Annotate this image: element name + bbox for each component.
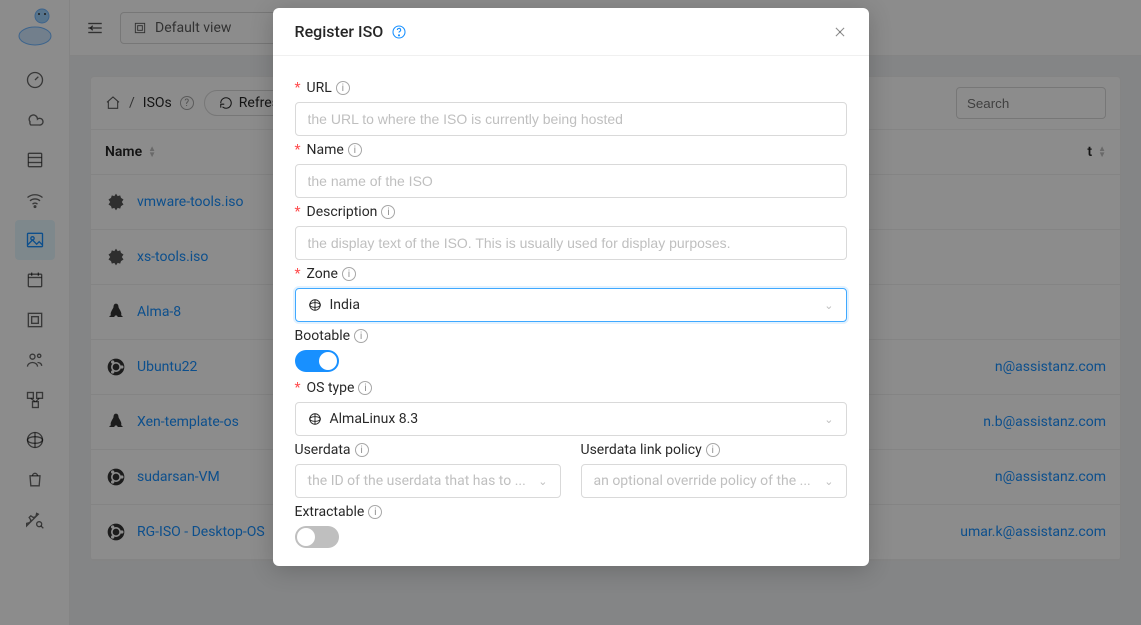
label-bootable: Bootable [295,328,351,344]
globe-icon [308,298,322,312]
info-icon[interactable]: i [368,505,382,519]
label-url: URL [307,80,332,96]
globe-icon [308,412,322,426]
modal-mask[interactable]: Register ISO *URLi *Namei *Descriptioni … [0,0,1141,625]
info-icon[interactable]: i [381,205,395,219]
userdata-select[interactable]: the ID of the userdata that has to ... ⌄ [295,464,561,498]
name-field[interactable] [295,164,847,198]
label-extractable: Extractable [295,504,365,520]
help-icon[interactable] [391,24,407,40]
chevron-down-icon: ⌄ [824,475,833,488]
info-icon[interactable]: i [336,81,350,95]
chevron-down-icon: ⌄ [538,475,547,488]
chevron-down-icon: ⌄ [824,299,833,312]
zone-select[interactable]: India ⌄ [295,288,847,322]
modal-title: Register ISO [295,22,384,41]
label-description: Description [307,204,378,220]
zone-value: India [330,297,360,313]
ostype-value: AlmaLinux 8.3 [330,411,419,427]
info-icon[interactable]: i [342,267,356,281]
extractable-switch[interactable] [295,526,339,548]
info-icon[interactable]: i [706,443,720,457]
info-icon[interactable]: i [348,143,362,157]
bootable-switch[interactable] [295,350,339,372]
description-field[interactable] [295,226,847,260]
label-zone: Zone [307,266,338,282]
register-iso-modal: Register ISO *URLi *Namei *Descriptioni … [273,8,869,566]
label-ostype: OS type [307,380,355,396]
url-field[interactable] [295,102,847,136]
chevron-down-icon: ⌄ [824,413,833,426]
userdata-placeholder: the ID of the userdata that has to ... [308,473,526,489]
userdata-policy-select[interactable]: an optional override policy of the ... ⌄ [581,464,847,498]
userdata-policy-placeholder: an optional override policy of the ... [594,473,811,489]
label-userdata-policy: Userdata link policy [581,442,702,458]
info-icon[interactable]: i [355,443,369,457]
info-icon[interactable]: i [358,381,372,395]
label-name: Name [307,142,344,158]
label-userdata: Userdata [295,442,351,458]
close-icon[interactable] [833,25,847,39]
info-icon[interactable]: i [354,329,368,343]
ostype-select[interactable]: AlmaLinux 8.3 ⌄ [295,402,847,436]
